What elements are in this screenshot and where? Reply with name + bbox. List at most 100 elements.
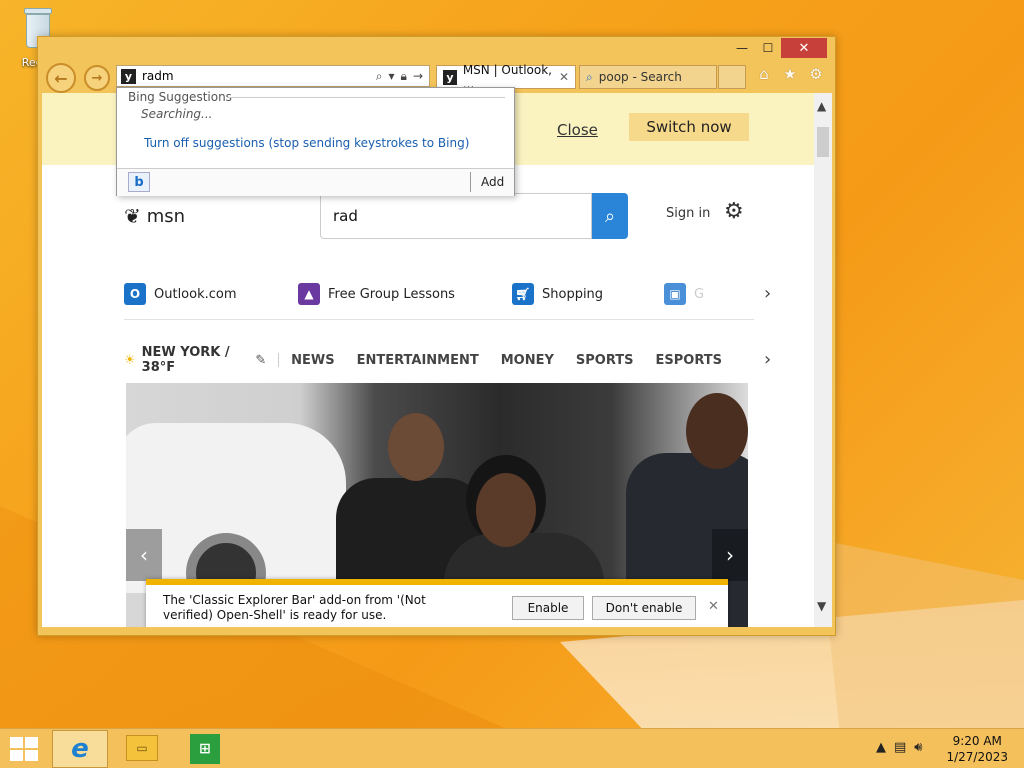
tab-label: poop - Search (598, 70, 682, 84)
taskbar-store-icon[interactable]: ⊞ (190, 734, 220, 764)
msn-favicon-icon: y (121, 68, 136, 84)
home-icon[interactable]: ⌂ (755, 65, 773, 83)
quick-link-label: Shopping (542, 286, 604, 302)
switch-now-button[interactable]: Switch now (629, 113, 749, 141)
clock-date: 1/27/2023 (946, 750, 1008, 764)
tab-msn[interactable]: y MSN | Outlook, ... ✕ (436, 63, 576, 91)
address-bar[interactable]: y radm ⌕ ▾ 🔒︎ → (116, 65, 430, 87)
tab-poop-search[interactable]: ⌕ poop - Search (579, 65, 717, 89)
taskbar-internet-explorer-icon[interactable]: e (52, 730, 108, 768)
nav-money[interactable]: MONEY (501, 353, 554, 368)
wallpaper-shape (820, 540, 1024, 740)
volume-icon[interactable]: 🔊︎ (914, 740, 922, 755)
addon-notification-bar: The 'Classic Explorer Bar' add-on from '… (146, 579, 728, 627)
divider (470, 172, 471, 192)
quick-link-group-lessons[interactable]: ▲ Free Group Lessons (298, 283, 512, 305)
quick-links: O Outlook.com ▲ Free Group Lessons 🛒︎ Sh… (124, 283, 754, 305)
gear-icon[interactable]: ⚙ (807, 65, 825, 83)
carousel-prev-button[interactable]: ‹ (126, 529, 162, 581)
sign-in-link[interactable]: Sign in (666, 206, 710, 221)
dropdown-icon[interactable]: ▾ (389, 69, 395, 84)
start-button[interactable] (10, 737, 38, 761)
nav-entertainment[interactable]: ENTERTAINMENT (357, 353, 479, 368)
quick-link-label: G (694, 286, 705, 302)
toolbar-icons: ⌂ ★ ⚙ (755, 65, 825, 83)
settings-gear-icon[interactable]: ⚙ (724, 199, 744, 224)
shopping-cart-icon: 🛒︎ (512, 283, 534, 305)
msn-logo-text: msn (146, 205, 186, 227)
suggestions-header: Bing Suggestions (128, 90, 232, 104)
quick-link-shopping[interactable]: 🛒︎ Shopping (512, 283, 664, 305)
show-hidden-icons-icon[interactable]: ▲ (876, 740, 886, 755)
bing-suggestions-dropdown: Bing Suggestions Searching... Turn off s… (116, 87, 515, 196)
bing-search-provider-icon[interactable]: b (128, 172, 150, 192)
msn-search-button[interactable]: ⌕ (592, 193, 628, 239)
quick-link-label: Outlook.com (154, 286, 237, 302)
chevron-right-icon: › (726, 543, 734, 567)
scroll-down-icon[interactable]: ▼ (817, 599, 826, 613)
enable-addon-button[interactable]: Enable (512, 596, 584, 620)
taskbar: e ▭ ⊞ ▲ ▤ 🔊︎ 9:20 AM 1/27/2023 (0, 728, 1024, 768)
weather-widget[interactable]: ☀ NEW YORK / 38°F ✎ (124, 345, 266, 375)
msn-logo[interactable]: ❦ msn (124, 204, 185, 228)
forward-button[interactable]: → (84, 65, 110, 91)
tab-close-icon[interactable]: ✕ (559, 70, 569, 84)
scroll-up-icon[interactable]: ▲ (817, 99, 826, 113)
quick-link-label: Free Group Lessons (328, 286, 455, 302)
scroll-thumb[interactable] (817, 127, 829, 157)
outlook-icon: O (124, 283, 146, 305)
banner-close-link[interactable]: Close (557, 121, 598, 139)
search-icon: ⌕ (586, 69, 593, 84)
person-head (476, 473, 536, 547)
chevron-left-icon: ‹ (140, 543, 148, 567)
msn-search-input[interactable]: rad (320, 193, 592, 239)
suggestions-status: Searching... (141, 107, 213, 121)
category-next-icon[interactable]: › (764, 349, 771, 370)
network-icon[interactable]: ▤ (894, 740, 906, 755)
notification-close-icon[interactable]: ✕ (708, 599, 719, 614)
taskbar-file-explorer-icon[interactable]: ▭ (126, 735, 158, 761)
carousel-next-button[interactable]: › (712, 529, 748, 581)
edit-pencil-icon[interactable]: ✎ (255, 353, 266, 368)
address-icons: ⌕ ▾ 🔒︎ → (376, 69, 429, 84)
forward-arrow-icon: → (91, 70, 103, 86)
divider (227, 97, 505, 98)
system-tray: ▲ ▤ 🔊︎ (876, 740, 923, 755)
nav-news[interactable]: NEWS (291, 353, 334, 368)
go-icon[interactable]: → (413, 69, 423, 84)
address-input[interactable]: radm (142, 69, 376, 83)
notification-message: The 'Classic Explorer Bar' add-on from '… (163, 593, 426, 622)
lock-icon[interactable]: 🔒︎ (401, 69, 407, 84)
turn-off-suggestions-link[interactable]: Turn off suggestions (stop sending keyst… (144, 136, 469, 150)
search-icon: ⌕ (604, 205, 616, 227)
nav-esports[interactable]: ESPORTS (656, 353, 722, 368)
car-icon: ▣ (664, 283, 686, 305)
msn-butterfly-icon: ❦ (124, 204, 141, 228)
person-head (388, 413, 444, 481)
weather-label: NEW YORK / 38°F (141, 345, 230, 375)
partly-cloudy-icon: ☀ (124, 352, 136, 368)
graduation-cap-icon: ▲ (298, 283, 320, 305)
taskbar-clock[interactable]: 9:20 AM 1/27/2023 (946, 733, 1008, 765)
back-button[interactable]: ← (46, 63, 76, 93)
clock-time: 9:20 AM (952, 734, 1002, 748)
divider (124, 319, 754, 320)
minimize-button[interactable]: — (729, 38, 755, 58)
maximize-button[interactable]: ☐ (755, 38, 781, 58)
window-controls: — ☐ ✕ (729, 38, 827, 58)
close-window-button[interactable]: ✕ (781, 38, 827, 58)
quick-link-outlook[interactable]: O Outlook.com (124, 283, 298, 305)
quick-links-next-icon[interactable]: › (764, 283, 771, 304)
suggestions-footer: b Add (117, 168, 514, 196)
star-icon[interactable]: ★ (781, 65, 799, 83)
vertical-scrollbar[interactable]: ▲ ▼ (814, 93, 832, 627)
search-icon[interactable]: ⌕ (376, 69, 383, 84)
dont-enable-addon-button[interactable]: Don't enable (592, 596, 696, 620)
msn-favicon-icon: y (443, 69, 457, 85)
nav-separator (278, 353, 280, 367)
nav-sports[interactable]: SPORTS (576, 353, 634, 368)
new-tab-button[interactable] (718, 65, 746, 89)
add-provider-button[interactable]: Add (481, 175, 504, 189)
quick-link-cars[interactable]: ▣ G (664, 283, 704, 305)
category-nav: ☀ NEW YORK / 38°F ✎ NEWS ENTERTAINMENT M… (124, 345, 744, 375)
